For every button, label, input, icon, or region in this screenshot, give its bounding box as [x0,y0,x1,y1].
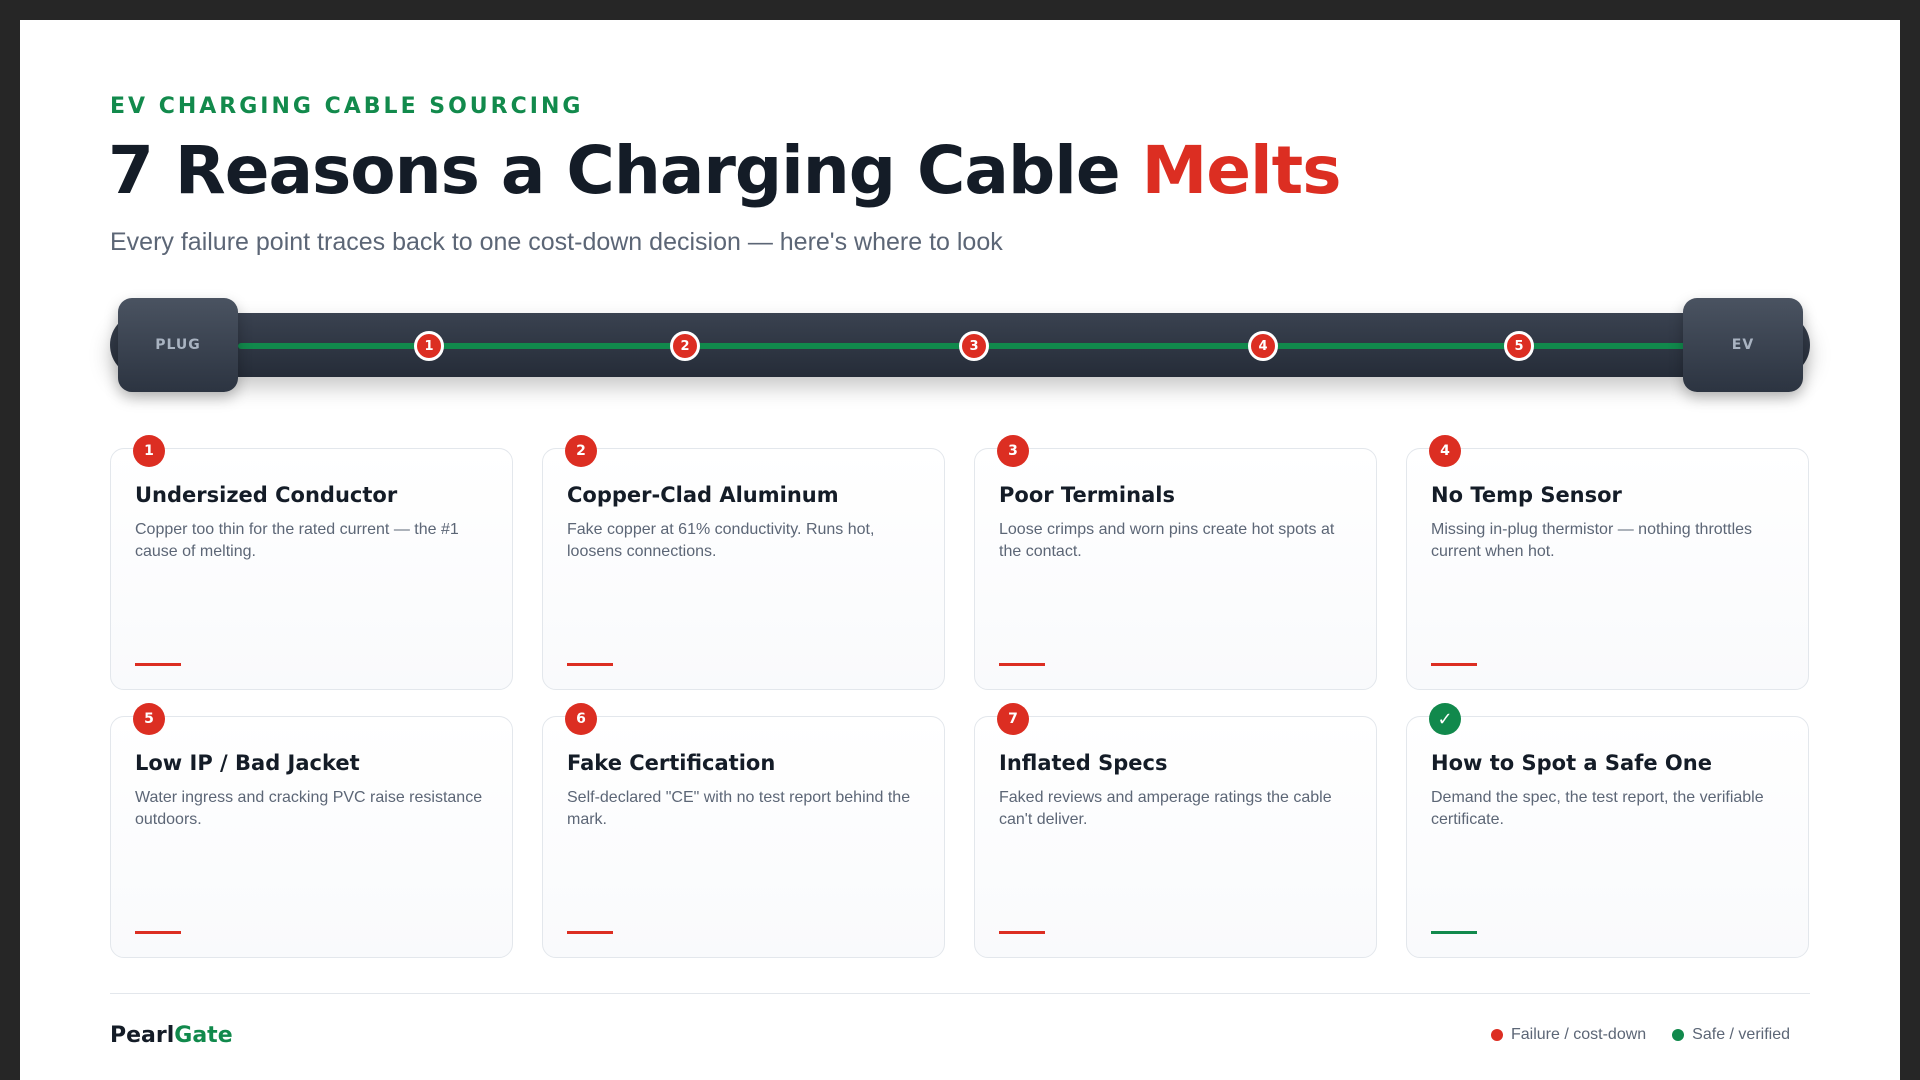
legend-item-safe: Safe / verified [1672,1026,1790,1044]
brand-part-1: Pearl [110,1023,175,1048]
reason-card-2: 2 Copper-Clad Aluminum Fake copper at 61… [542,435,945,690]
accent-bar [999,931,1045,934]
reason-card-6: 6 Fake Certification Self-declared "CE" … [542,703,945,958]
card-title: Copper-Clad Aluminum [567,483,839,507]
accent-bar [135,931,181,934]
card-description: Faked reviews and amperage ratings the c… [999,789,1332,828]
green-dot-icon [1672,1029,1685,1041]
cable-marker-1: 1 [414,331,444,361]
card-title: Low IP / Bad Jacket [135,751,360,775]
red-dot-icon [1491,1029,1503,1041]
eyebrow: EV CHARGING CABLE SOURCING [110,94,584,119]
number-badge: 2 [565,435,597,467]
number-badge: 4 [1429,435,1461,467]
reason-card-4: 4 No Temp Sensor Missing in-plug thermis… [1406,435,1809,690]
brand-logo: PearlGate [110,1023,233,1048]
accent-bar [135,663,181,666]
slide: EV CHARGING CABLE SOURCING 7 Reasons a C… [20,20,1900,1080]
title-main: 7 Reasons a Charging Cable [108,132,1142,209]
cable-marker-3: 3 [959,331,989,361]
footer-divider [110,993,1810,994]
card-title: No Temp Sensor [1431,483,1622,507]
card-description: Missing in-plug thermistor — nothing thr… [1431,521,1753,560]
brand-part-2: Gate [174,1023,233,1048]
page-title: 7 Reasons a Charging Cable Melts [108,132,1342,209]
subtitle: Every failure point traces back to one c… [110,228,1003,256]
card-description: Copper too thin for the rated current — … [135,521,459,560]
cable-marker-2: 2 [670,331,700,361]
cable-marker-5: 5 [1504,331,1534,361]
legend-label: Safe / verified [1692,1026,1790,1043]
cable-marker-4: 4 [1248,331,1278,361]
reason-card-5: 5 Low IP / Bad Jacket Water ingress and … [110,703,513,958]
card-title: Fake Certification [567,751,776,775]
ev-connector: EV [1683,298,1803,392]
reason-cards-grid: 1 Undersized Conductor Copper too thin f… [110,435,1810,958]
card-description: Self-declared "CE" with no test report b… [567,789,911,828]
number-badge: 6 [565,703,597,735]
card-description: Demand the spec, the test report, the ve… [1431,789,1764,828]
title-accent: Melts [1141,132,1342,209]
number-badge: 5 [133,703,165,735]
card-description: Water ingress and cracking PVC raise res… [135,789,483,828]
reason-card-3: 3 Poor Terminals Loose crimps and worn p… [974,435,1377,690]
number-badge: 1 [133,435,165,467]
number-badge: 3 [997,435,1029,467]
reason-card-1: 1 Undersized Conductor Copper too thin f… [110,435,513,690]
plug-connector: PLUG [118,298,238,392]
card-description: Loose crimps and worn pins create hot sp… [999,521,1335,560]
legend: Failure / cost-down Safe / verified [1491,1026,1790,1044]
check-icon: ✓ [1429,703,1461,735]
accent-bar [999,663,1045,666]
accent-bar [567,931,613,934]
card-title: Undersized Conductor [135,483,398,507]
legend-label: Failure / cost-down [1511,1026,1647,1043]
accent-bar [1431,663,1477,666]
card-description: Fake copper at 61% conductivity. Runs ho… [567,521,875,560]
card-title: How to Spot a Safe One [1431,751,1712,775]
safe-card: ✓ How to Spot a Safe One Demand the spec… [1406,703,1809,958]
reason-card-7: 7 Inflated Specs Faked reviews and amper… [974,703,1377,958]
number-badge: 7 [997,703,1029,735]
accent-bar [567,663,613,666]
legend-item-failure: Failure / cost-down [1491,1026,1646,1044]
accent-bar [1431,931,1477,934]
card-title: Inflated Specs [999,751,1168,775]
card-title: Poor Terminals [999,483,1175,507]
